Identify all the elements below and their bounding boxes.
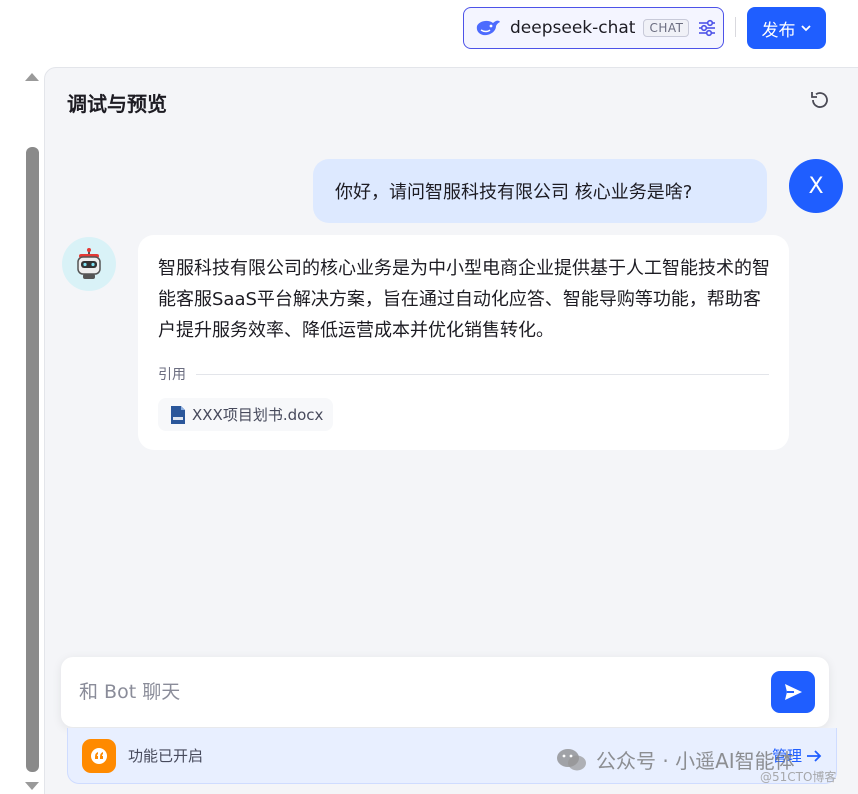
arrow-right-icon (807, 749, 822, 762)
bot-avatar (62, 237, 116, 291)
robot-icon (77, 248, 101, 279)
send-button[interactable] (771, 671, 815, 713)
reference-label: 引用 (158, 367, 186, 383)
panel-title: 调试与预览 (67, 92, 167, 116)
deepseek-whale-icon (474, 17, 502, 39)
reference-file-chip[interactable]: XXX项目划书.docx (158, 398, 334, 431)
send-icon (785, 684, 802, 700)
chevron-down-icon (800, 25, 811, 32)
user-avatar-letter: X (808, 173, 824, 199)
scrollbar-thumb[interactable] (26, 147, 39, 772)
publish-button[interactable]: 发布 (747, 7, 826, 49)
scroll-down-arrow-icon[interactable] (25, 782, 39, 790)
user-message-bubble: 你好，请问智服科技有限公司 核心业务是啥? (313, 159, 767, 223)
chat-input-box[interactable] (61, 657, 829, 727)
model-name: deepseek-chat (510, 18, 636, 38)
model-selector[interactable]: deepseek-chat CHAT (463, 7, 724, 49)
toolbar-divider (735, 17, 736, 37)
publish-label: 发布 (761, 20, 796, 41)
vertical-scrollbar[interactable] (22, 67, 42, 794)
user-message-text: 你好，请问智服科技有限公司 核心业务是啥? (335, 182, 693, 203)
watermark-subtext: @51CTO博客 (760, 770, 837, 784)
model-settings-icon[interactable] (697, 17, 717, 39)
chat-input[interactable] (79, 681, 771, 703)
user-avatar: X (789, 159, 843, 213)
docx-file-icon (171, 405, 185, 424)
bot-message-text: 智服科技有限公司的核心业务是为中小型电商企业提供基于人工智能技术的智能客服Saa… (158, 258, 770, 341)
reference-header: 引用 (158, 364, 769, 384)
bot-message-bubble: 智服科技有限公司的核心业务是为中小型电商企业提供基于人工智能技术的智能客服Saa… (138, 235, 789, 450)
quote-feature-icon (82, 738, 116, 773)
scroll-up-arrow-icon[interactable] (25, 73, 39, 81)
reset-conversation-icon[interactable] (808, 88, 832, 112)
feature-status-text: 功能已开启 (128, 747, 204, 765)
model-type-tag: CHAT (643, 19, 690, 37)
watermark: 公众号 · 小遥AI智能体 (556, 745, 795, 774)
debug-preview-panel: 调试与预览 你好，请问智服科技有限公司 核心业务是啥? X 智服科技有限公司的核… (44, 67, 858, 794)
reference-file-name: XXX项目划书.docx (192, 406, 324, 424)
reference-divider (196, 373, 769, 375)
wechat-icon (557, 748, 586, 770)
